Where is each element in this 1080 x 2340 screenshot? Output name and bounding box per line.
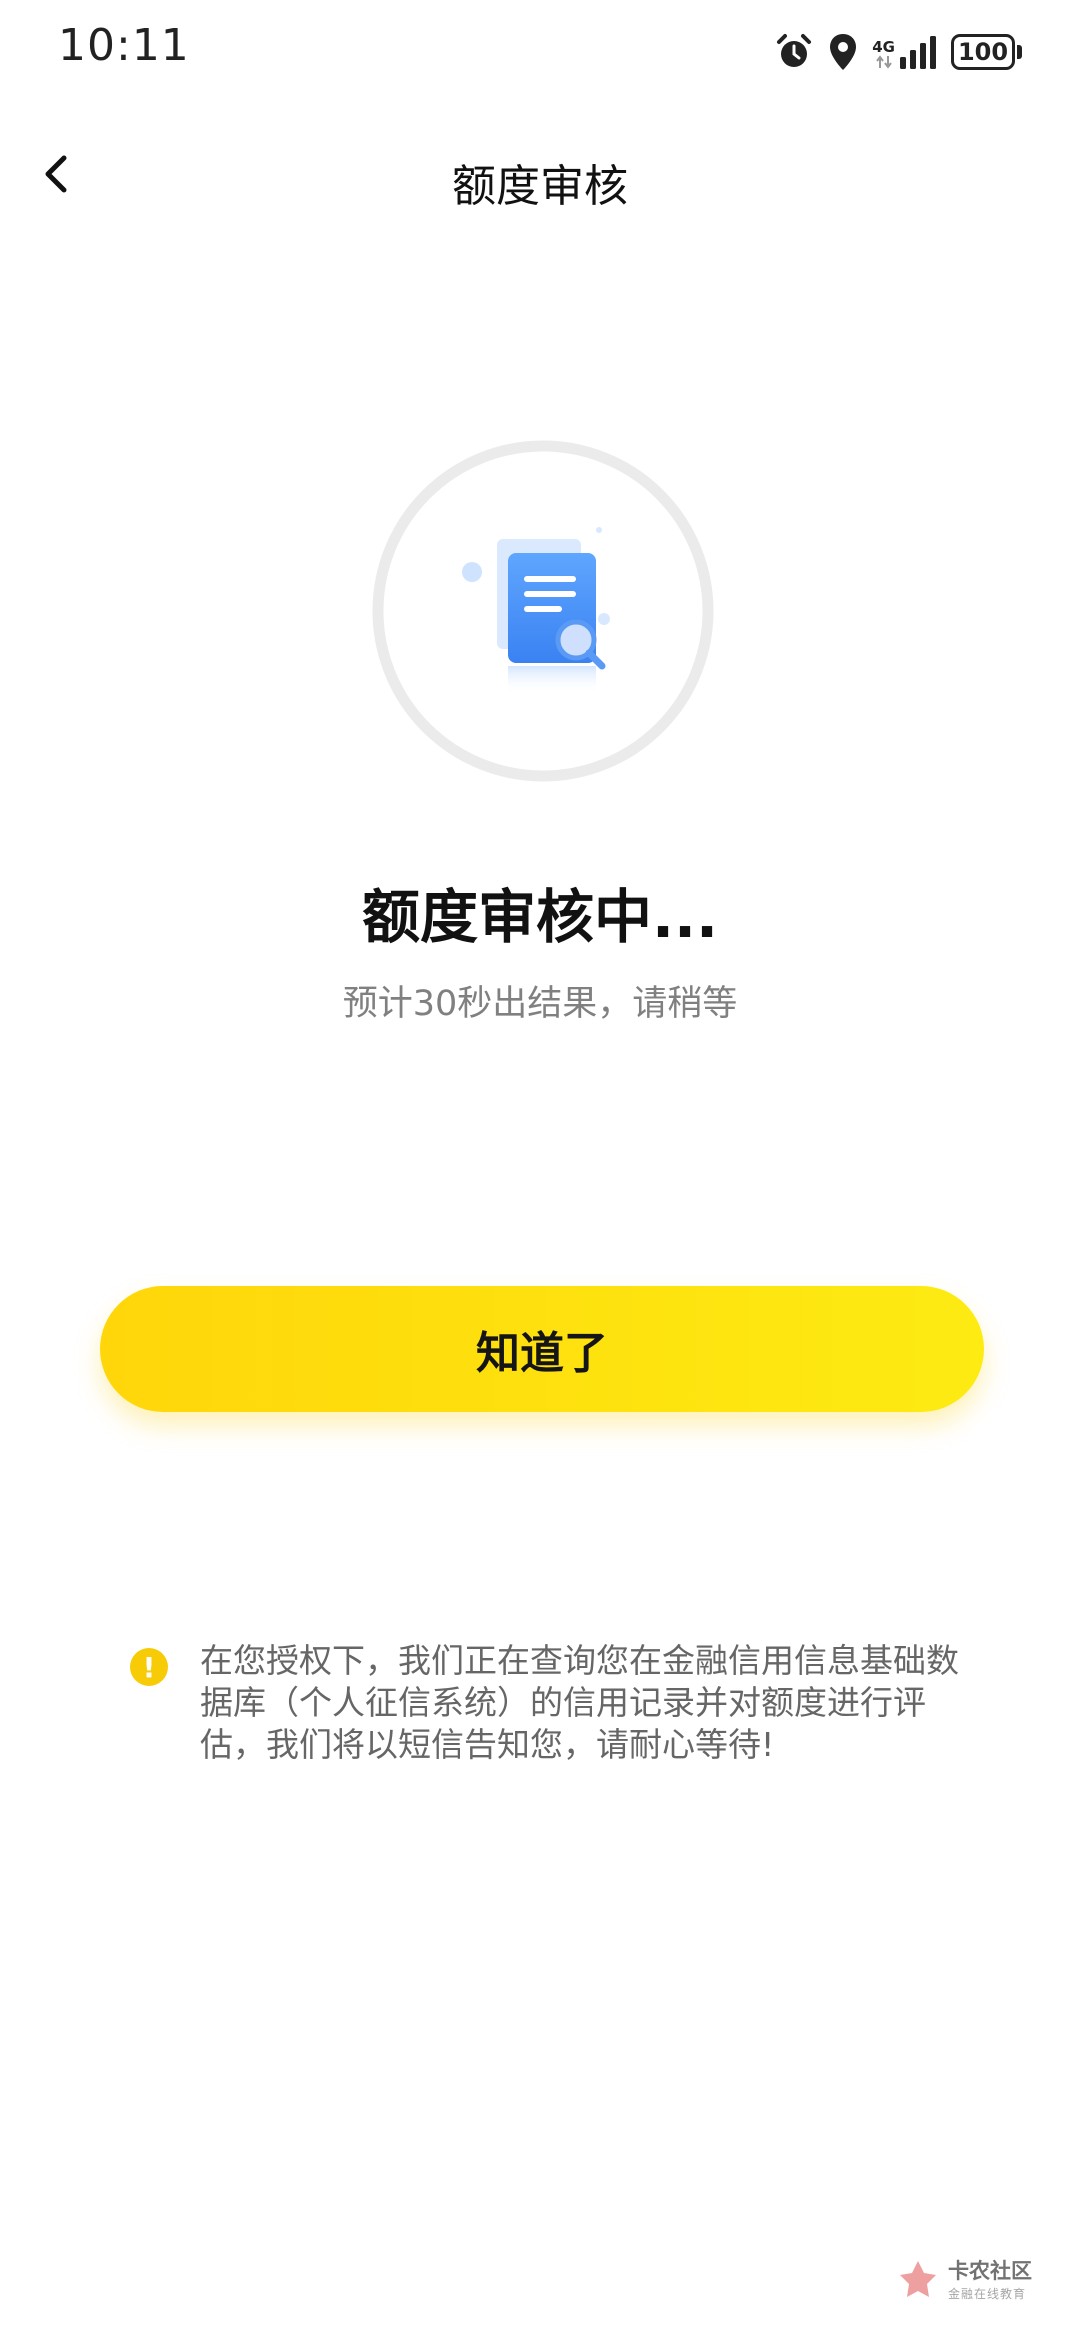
document-search-icon [462, 527, 610, 694]
location-icon [830, 34, 857, 70]
review-progress-ring [372, 440, 714, 782]
status-icons: 4G 100 [774, 28, 1022, 76]
network-type-label: 4G [872, 38, 895, 56]
watermark-subtitle: 金融在线教育 [948, 2287, 1027, 2301]
got-it-button[interactable]: 知道了 [100, 1286, 984, 1412]
page-title: 额度审核 [452, 161, 628, 212]
network-indicator: 4G [872, 35, 937, 69]
credit-query-notice: ! 在您授权下，我们正在查询您在金融信用信息基础数据库（个人征信系统）的信用记录… [130, 1640, 960, 1766]
notice-text: 在您授权下，我们正在查询您在金融信用信息基础数据库（个人征信系统）的信用记录并对… [200, 1641, 959, 1764]
kanong-logo-icon [900, 2260, 936, 2297]
estimated-time-text: 预计30秒出结果，请稍等 [342, 984, 738, 1024]
signal-icon [900, 36, 936, 69]
data-arrows-icon [875, 55, 892, 69]
nav-bar: 额度审核 [0, 120, 1080, 230]
got-it-button-label: 知道了 [476, 1328, 608, 1379]
warning-icon: ! [130, 1648, 168, 1686]
status-bar: 10:11 4G 100 [0, 0, 1080, 110]
alarm-icon [777, 34, 812, 67]
review-status-heading: 额度审核中... [361, 883, 719, 951]
battery-level: 100 [951, 34, 1015, 70]
watermark-title: 卡农社区 [948, 2259, 1032, 2283]
watermark-logo: 卡农社区 金融在线教育 [896, 2255, 1032, 2302]
battery-icon: 100 [951, 34, 1022, 70]
status-time: 10:11 [58, 20, 190, 71]
